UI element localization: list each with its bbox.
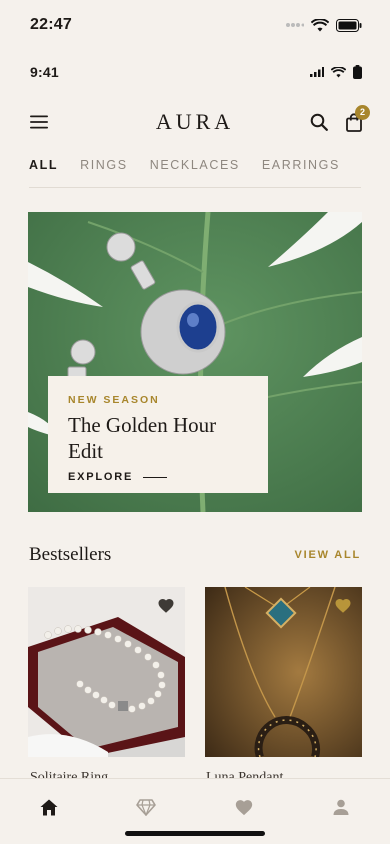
product-card[interactable] [205, 587, 362, 757]
menu-icon[interactable] [30, 115, 48, 129]
tab-home[interactable] [37, 795, 61, 819]
section-title: Bestsellers [29, 544, 112, 565]
bottom-tab-bar [0, 778, 390, 844]
bestsellers-header: Bestsellers VIEW ALL [29, 544, 361, 566]
tab-collections[interactable] [134, 795, 158, 819]
tab-necklaces[interactable]: NECKLACES [150, 158, 240, 187]
heart-icon[interactable] [157, 597, 175, 615]
profile-icon [333, 799, 349, 815]
cellular-icon [310, 67, 324, 77]
heart-icon [235, 800, 252, 816]
tab-rings[interactable]: RINGS [80, 158, 128, 187]
diamond-icon [136, 798, 157, 816]
tab-wishlist[interactable] [232, 795, 256, 819]
product-card[interactable] [28, 587, 185, 757]
app-header: AURA 2 [0, 100, 390, 144]
signal-dots-icon [286, 23, 304, 27]
hero-title: The Golden Hour Edit [68, 413, 217, 463]
inner-status-bar: 9:41 [0, 58, 390, 86]
category-tabs: ALL RINGS NECKLACES EARRINGS [29, 158, 361, 188]
home-indicator [125, 831, 265, 836]
wifi-small-icon [331, 66, 346, 77]
hero-card: NEW SEASON The Golden Hour Edit EXPLORE [48, 376, 268, 493]
wifi-icon [311, 18, 329, 31]
explore-button[interactable]: EXPLORE [68, 471, 248, 483]
arrow-line-icon [143, 476, 168, 478]
view-all-link[interactable]: VIEW ALL [294, 549, 361, 561]
tab-all[interactable]: ALL [29, 158, 58, 187]
home-icon [40, 799, 58, 815]
cart-button[interactable]: 2 [346, 104, 370, 132]
hero-eyebrow: NEW SEASON [68, 394, 160, 406]
tab-earrings[interactable]: EARRINGS [262, 158, 340, 187]
inner-status-time: 9:41 [30, 64, 59, 80]
outer-status-bar: 22:47 [0, 10, 390, 40]
tab-profile[interactable] [329, 795, 353, 819]
battery-icon [336, 18, 362, 32]
hero-banner[interactable]: NEW SEASON The Golden Hour Edit EXPLORE [28, 212, 362, 512]
search-icon[interactable] [310, 113, 328, 131]
battery-small-icon [353, 65, 362, 79]
explore-label: EXPLORE [68, 471, 134, 483]
outer-status-time: 22:47 [30, 16, 72, 33]
cart-count-badge: 2 [355, 104, 370, 120]
heart-icon[interactable] [334, 597, 352, 615]
